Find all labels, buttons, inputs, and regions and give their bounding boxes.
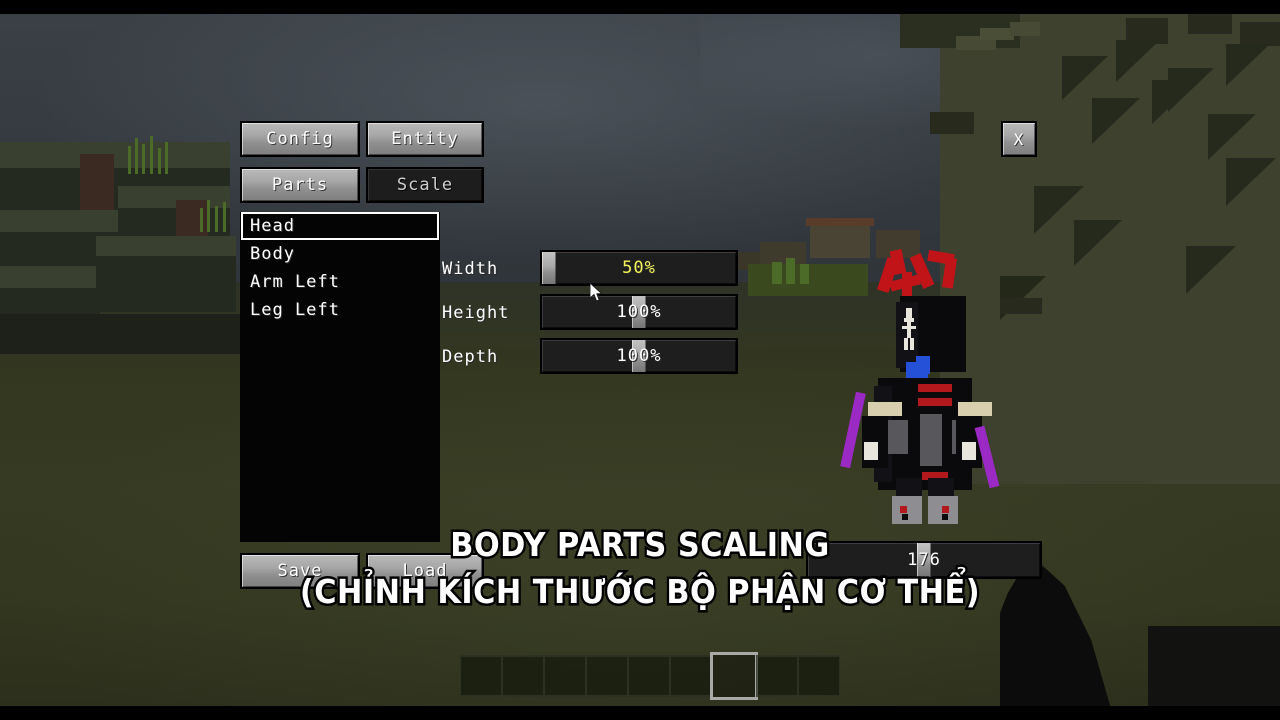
slider-label-width: Width [442,259,499,279]
hotbar-slot[interactable] [798,655,840,697]
save-button[interactable]: Save [240,553,360,589]
close-button[interactable]: X [1001,121,1037,157]
player-character-model [840,249,1000,525]
hotbar-slot[interactable] [502,655,544,697]
hotbar-slot[interactable] [756,655,798,697]
slider-value-width: 50% [622,258,656,278]
hotbar-slot[interactable] [710,652,758,700]
load-button-label: Load [402,561,448,581]
bottom-slider-handle[interactable] [917,543,931,577]
hotbar-slot[interactable] [670,655,712,697]
hotbar-slot[interactable] [586,655,628,697]
slider-label-height: Height [442,303,510,323]
tab-parts-label: Parts [271,175,329,195]
mouse-cursor [590,283,603,302]
parts-list-item[interactable]: Arm Left [241,268,439,296]
hotbar[interactable] [460,652,840,700]
hotbar-slot[interactable] [628,655,670,697]
tab-entity[interactable]: Entity [366,121,484,157]
slider-label-depth: Depth [442,347,499,367]
load-button[interactable]: Load [366,553,484,589]
parts-list-panel: Head Body Arm Left Leg Left [240,212,440,542]
tab-parts[interactable]: Parts [240,167,360,203]
letterbox-bottom [0,706,1280,720]
slider-depth[interactable]: 100% [540,338,738,374]
parts-list-item[interactable]: Body [241,240,439,268]
parts-list-item[interactable]: Head [241,212,439,240]
tab-config[interactable]: Config [240,121,360,157]
tab-config-label: Config [266,129,334,149]
bottom-value-slider[interactable]: 176 [806,541,1042,579]
slider-width[interactable]: 50% [540,250,738,286]
slider-height[interactable]: 100% [540,294,738,330]
parts-list-item[interactable]: Leg Left [241,296,439,324]
hotbar-slot[interactable] [544,655,586,697]
parts-list: Head Body Arm Left Leg Left [240,212,440,324]
tab-entity-label: Entity [391,129,459,149]
slider-handle-width[interactable] [542,252,556,284]
screenshot-root: Config Entity Parts Scale X Head Body Arm … [0,0,1280,720]
tab-scale-label: Scale [396,175,454,195]
save-button-label: Save [277,561,323,581]
close-icon: X [1013,129,1025,149]
slider-handle-height[interactable] [632,296,646,328]
slider-handle-depth[interactable] [632,340,646,372]
letterbox-top [0,0,1280,14]
hotbar-slot[interactable] [460,655,502,697]
tab-scale[interactable]: Scale [366,167,484,203]
